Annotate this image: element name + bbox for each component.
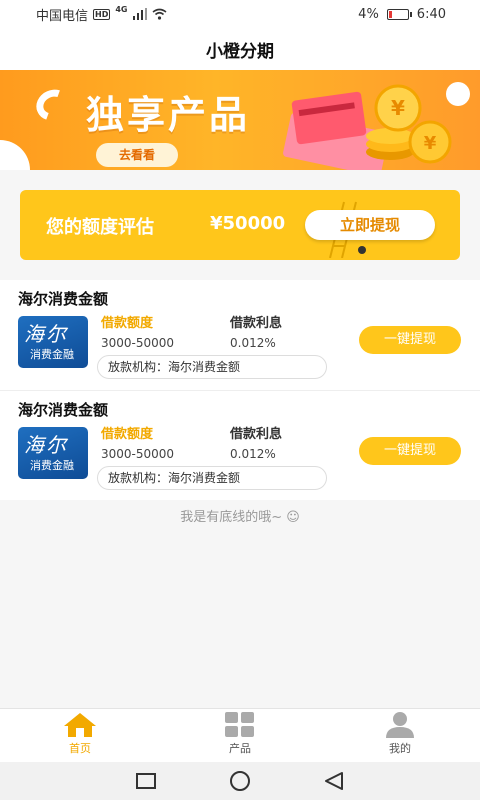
tab-mine[interactable]: 我的 <box>320 709 480 762</box>
one-click-withdraw-button[interactable]: 一键提现 <box>359 326 461 354</box>
haier-finance-logo: 海尔 消费金融 <box>18 427 88 479</box>
app-title-bar: 小橙分期 <box>0 28 480 70</box>
network-type: 4G <box>115 4 128 14</box>
haier-finance-logo: 海尔 消费金融 <box>18 316 88 368</box>
logo-sub-text: 消费金融 <box>30 459 74 472</box>
user-icon <box>386 712 414 738</box>
loan-amount-value: 3000-50000 <box>101 447 175 461</box>
svg-text:¥: ¥ <box>391 96 405 120</box>
grid-icon <box>225 712 254 737</box>
carrier-label: 中国电信 <box>36 8 89 24</box>
end-of-list-note: 我是有底线的哦~ ☺ <box>180 510 300 525</box>
battery-percent: 4% <box>358 6 379 22</box>
banner-title: 独享产品 <box>86 93 251 137</box>
signal-icon <box>132 8 147 20</box>
loan-rate-label: 借款利息 <box>230 427 283 442</box>
loan-amount-value: 3000-50000 <box>101 336 175 350</box>
lender-info: 放款机构：海尔消费金额 <box>97 355 327 379</box>
product-card[interactable]: 海尔消费金额 海尔 消费金融 借款额度 借款利息 3000-50000 0.01… <box>0 280 480 390</box>
tab-mine-label: 我的 <box>389 742 411 755</box>
banner-see-more-button[interactable]: 去看看 <box>96 143 178 167</box>
logo-main-text: 海尔 <box>24 322 68 346</box>
tab-home-label: 首页 <box>69 742 91 755</box>
tab-home[interactable]: 首页 <box>0 709 160 762</box>
svg-text:¥: ¥ <box>424 133 437 154</box>
cards-and-coins-illustration: ¥ ¥ <box>283 82 470 170</box>
one-click-withdraw-button[interactable]: 一键提现 <box>359 437 461 465</box>
withdraw-now-button[interactable]: 立即提现 <box>305 210 435 240</box>
status-bar: 中国电信 HD 4G 4% 6:40 <box>0 0 480 28</box>
product-name: 海尔消费金额 <box>18 290 109 308</box>
loan-rate-label: 借款利息 <box>230 316 283 331</box>
home-icon <box>64 713 96 737</box>
recent-apps-icon[interactable] <box>135 772 157 790</box>
quota-estimate-card[interactable]: 您的额度评估 ¥50000 立即提现 <box>20 190 460 260</box>
product-name: 海尔消费金额 <box>18 401 109 419</box>
logo-sub-text: 消费金融 <box>30 348 74 361</box>
hd-badge: HD <box>93 8 111 20</box>
quota-label: 您的额度评估 <box>46 217 154 238</box>
loan-amount-label: 借款额度 <box>101 316 154 331</box>
status-left: 中国电信 HD 4G <box>36 5 167 24</box>
system-nav-bar <box>0 762 480 800</box>
tab-products-label: 产品 <box>229 742 251 755</box>
product-card[interactable]: 海尔消费金额 海尔 消费金融 借款额度 借款利息 3000-50000 0.01… <box>0 390 480 500</box>
battery-icon <box>386 8 412 20</box>
page-title: 小橙分期 <box>206 41 274 62</box>
clock: 6:40 <box>416 6 446 22</box>
status-right: 4% 6:40 <box>358 7 446 22</box>
quota-amount: ¥50000 <box>210 213 286 234</box>
wifi-icon <box>152 8 166 20</box>
bottom-tab-bar: 首页 产品 我的 <box>0 708 480 762</box>
banner-wave-decoration <box>0 140 30 170</box>
loan-rate-value: 0.012% <box>230 336 276 350</box>
loan-amount-label: 借款额度 <box>101 427 154 442</box>
tab-products[interactable]: 产品 <box>160 709 320 762</box>
lender-info: 放款机构：海尔消费金额 <box>97 466 327 490</box>
logo-main-text: 海尔 <box>24 433 68 457</box>
loan-rate-value: 0.012% <box>230 447 276 461</box>
banner-swirl-decoration <box>31 84 75 126</box>
home-circle-icon[interactable] <box>228 770 252 792</box>
back-triangle-icon[interactable] <box>323 771 345 791</box>
promo-banner[interactable]: 独享产品 去看看 ¥ ¥ <box>0 70 480 170</box>
